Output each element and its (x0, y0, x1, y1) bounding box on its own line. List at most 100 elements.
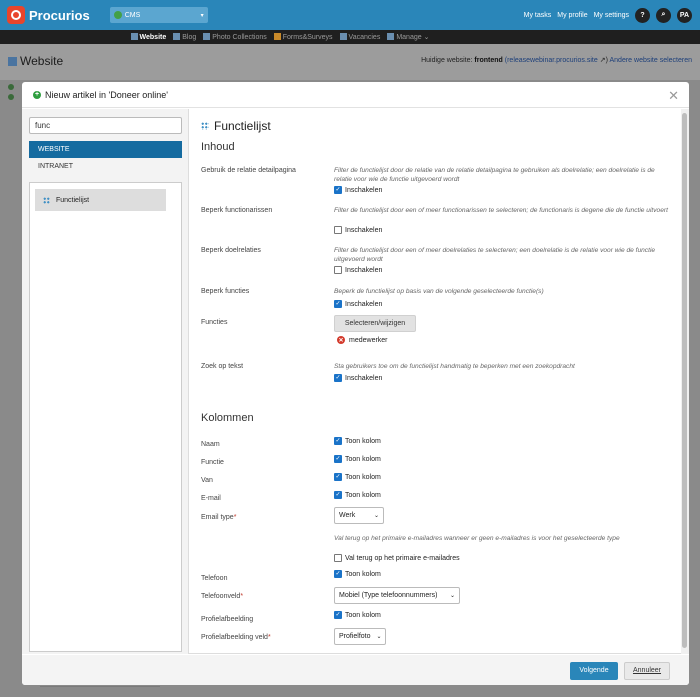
column-function-checkbox[interactable]: ✓ Toon kolom (334, 455, 381, 463)
restrict-officials-help: Filter de functielijst door een of meer … (334, 207, 668, 214)
restrict-officials-checkbox[interactable]: Inschakelen (334, 226, 382, 234)
form-header: Functielijst (201, 119, 271, 133)
close-icon[interactable]: ✕ (668, 88, 679, 104)
result-tile-functielijst[interactable]: Functielijst (35, 189, 166, 211)
settings-form: Functielijst Inhoud Gebruik de relatie d… (190, 109, 681, 654)
grid-icon (201, 122, 209, 130)
element-picker: func WEBSITE INTRANET Functielijst (22, 109, 189, 654)
fallback-help: Val terug op het primaire e-mailadres wa… (334, 535, 620, 542)
chevron-down-icon: ▾ (200, 12, 204, 19)
procurios-logo-icon (7, 6, 25, 24)
vacancies-icon (339, 33, 347, 40)
user-avatar[interactable]: PA (677, 7, 692, 23)
relation-detail-label: Gebruik de relatie detailpagina (201, 167, 296, 174)
new-article-dialog: + Nieuw artikel in 'Doneer online' ✕ fun… (22, 82, 689, 685)
search-input[interactable]: func (29, 117, 182, 134)
search-icon[interactable]: ⌕ (656, 7, 671, 23)
checkbox-checked-icon: ✓ (334, 186, 342, 194)
functions-label: Functies (201, 319, 228, 326)
plus-icon: + (33, 90, 41, 99)
my-tasks-link[interactable]: My tasks (524, 12, 552, 19)
column-from-checkbox[interactable]: ✓ Toon kolom (334, 473, 381, 481)
cms-selector[interactable]: CMS ▾ (109, 7, 208, 23)
restrict-functions-label: Beperk functies (201, 288, 250, 295)
page-header: Website Huidige website: frontend (relea… (0, 44, 700, 80)
checkbox-checked-icon: ✓ (334, 570, 342, 578)
checkbox-checked-icon: ✓ (334, 611, 342, 619)
restrict-targets-help: Filter de functielijst door een of meer … (334, 247, 656, 263)
fallback-checkbox[interactable]: Val terug op het primaire e-mailadres (334, 554, 460, 562)
result-list: Functielijst (29, 182, 182, 652)
restrict-targets-checkbox[interactable]: Inschakelen (334, 266, 382, 274)
form-scrollbar[interactable] (681, 109, 689, 654)
chevron-down-icon: ⌄ (373, 513, 379, 519)
picture-label: Profielafbeelding (201, 616, 254, 623)
help-icon[interactable]: ? (635, 7, 650, 23)
section-content-heading: Inhoud (201, 141, 235, 153)
cancel-button[interactable]: Annuleer (624, 662, 670, 680)
search-text-checkbox[interactable]: ✓ Inschakelen (334, 374, 382, 382)
chevron-down-icon: ⌄ (449, 593, 455, 599)
blog-icon (173, 33, 181, 40)
checkbox-unchecked-icon (334, 554, 342, 562)
phone-field-select[interactable]: Mobiel (Type telefoonnummers) ⌄ (334, 587, 460, 604)
cms-status-icon (113, 11, 122, 19)
select-other-website-link[interactable]: Andere website selecteren (610, 57, 693, 64)
checkbox-checked-icon: ✓ (334, 455, 342, 463)
dialog-footer: Volgende Annuleer (22, 655, 689, 685)
current-website-info: Huidige website: frontend (releasewebina… (421, 57, 693, 64)
brand-logo[interactable]: Procurios (7, 6, 90, 24)
restrict-officials-label: Beperk functionarissen (201, 207, 273, 214)
picture-checkbox[interactable]: ✓ Toon kolom (334, 611, 381, 619)
page-title: Website (8, 54, 63, 68)
email-type-select[interactable]: Werk ⌄ (334, 507, 384, 524)
search-text-help: Sta gebruikers toe om de functielijst ha… (334, 363, 575, 370)
module-nav: Website Blog Photo Collections Forms&Sur… (0, 30, 700, 44)
checkbox-checked-icon: ✓ (334, 491, 342, 499)
nav-vacancies[interactable]: Vacancies (339, 33, 380, 41)
restrict-functions-checkbox[interactable]: ✓ Inschakelen (334, 300, 382, 308)
chevron-down-icon: ⌄ (376, 634, 382, 640)
restrict-functions-help: Beperk de functielijst op basis van de v… (334, 288, 544, 295)
checkbox-unchecked-icon (334, 226, 342, 234)
section-columns-heading: Kolommen (201, 412, 254, 424)
next-button[interactable]: Volgende (570, 662, 618, 680)
dialog-header: + Nieuw artikel in 'Doneer online' ✕ (22, 82, 689, 108)
picture-field-label: Profielafbeelding veld* (201, 634, 271, 641)
cms-selector-label: CMS (124, 11, 141, 19)
my-profile-link[interactable]: My profile (557, 12, 587, 19)
relation-detail-help: Filter de functielijst door de relatie v… (334, 167, 655, 183)
nav-manage[interactable]: Manage ⌄ (387, 33, 429, 41)
grid-icon (43, 196, 50, 204)
background-edge (40, 686, 160, 697)
dialog-title: Nieuw artikel in 'Doneer online' (45, 89, 168, 100)
forms-icon (273, 33, 281, 40)
tab-website[interactable]: WEBSITE (29, 141, 182, 158)
checkbox-checked-icon: ✓ (334, 374, 342, 382)
manage-icon (387, 33, 395, 40)
select-functions-button[interactable]: Selecteren/wijzigen (334, 315, 416, 332)
nav-blog[interactable]: Blog (173, 33, 196, 41)
picture-field-select[interactable]: Profielfoto ⌄ (334, 628, 386, 645)
column-email-label: E-mail (201, 495, 221, 502)
function-tag: ✕ medewerker (337, 336, 388, 344)
chevron-down-icon: ⌄ (423, 34, 430, 41)
nav-photo-collections[interactable]: Photo Collections (203, 33, 267, 41)
column-email-checkbox[interactable]: ✓ Toon kolom (334, 491, 381, 499)
tree-toggle (8, 84, 20, 104)
current-site-link[interactable]: (releasewebinar.procurios.site (505, 57, 598, 64)
phone-checkbox[interactable]: ✓ Toon kolom (334, 570, 381, 578)
email-type-label: Email type* (201, 514, 237, 521)
checkbox-unchecked-icon (334, 266, 342, 274)
remove-icon[interactable]: ✕ (337, 336, 345, 344)
nav-forms-surveys[interactable]: Forms&Surveys (273, 33, 333, 41)
column-name-checkbox[interactable]: ✓ Toon kolom (334, 437, 381, 445)
website-icon (8, 57, 17, 66)
dialog-body: func WEBSITE INTRANET Functielijst Funct… (22, 109, 689, 654)
relation-detail-checkbox[interactable]: ✓ Inschakelen (334, 186, 382, 194)
search-text-label: Zoek op tekst (201, 363, 244, 370)
tab-intranet[interactable]: INTRANET (29, 158, 182, 175)
my-settings-link[interactable]: My settings (594, 12, 629, 19)
column-name-label: Naam (201, 441, 220, 448)
nav-website[interactable]: Website (130, 33, 166, 41)
